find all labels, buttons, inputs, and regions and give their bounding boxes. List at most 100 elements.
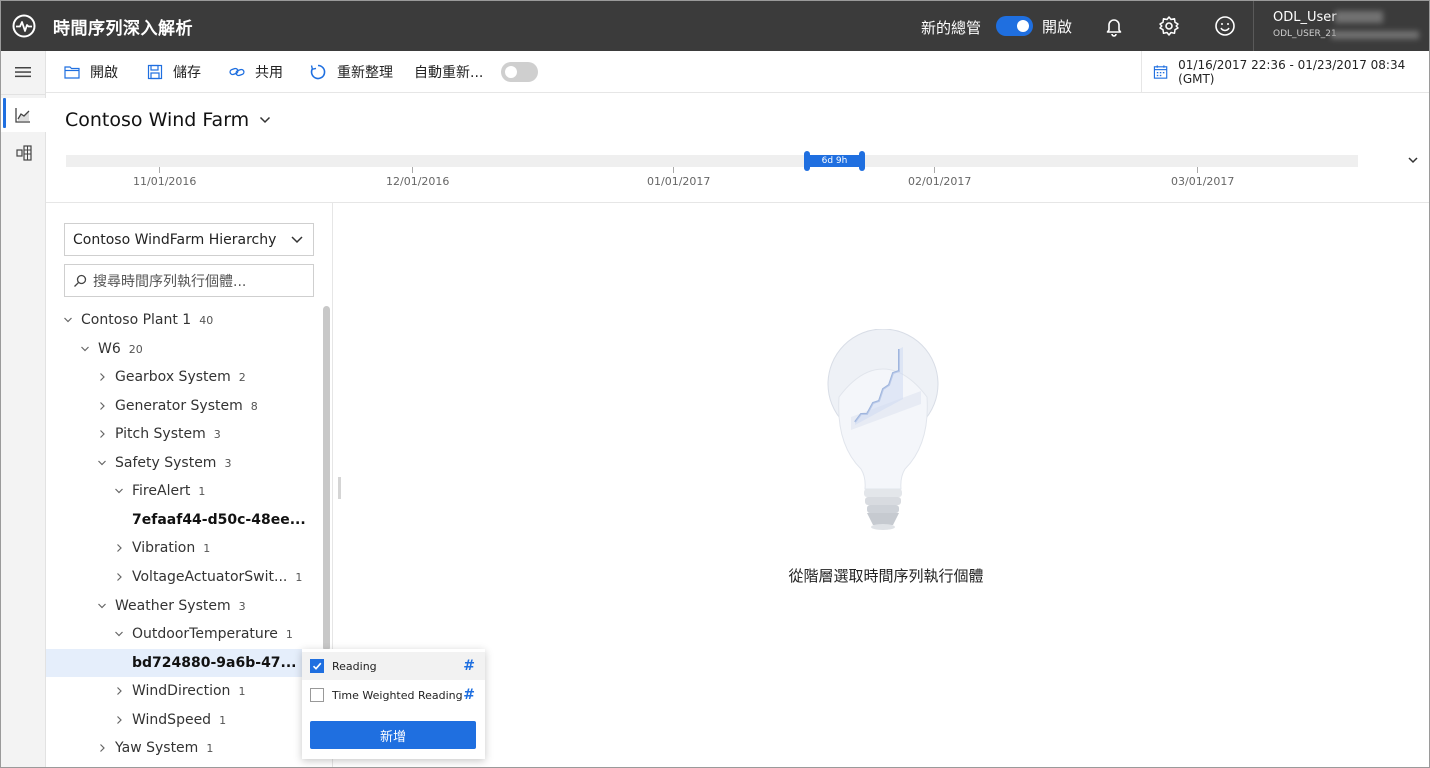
empty-state-message: 從階層選取時間序列執行個體 [788, 567, 984, 585]
tree-node[interactable]: WindDirection 1 [114, 677, 245, 705]
variable-checkbox[interactable] [310, 688, 324, 702]
tree-node[interactable]: Contoso Plant 1 40 [63, 306, 213, 334]
open-label: 開啟 [90, 65, 118, 81]
date-range-picker[interactable]: 01/16/2017 22:36 - 01/23/2017 08:34 (GMT… [1153, 51, 1429, 93]
variable-checkbox[interactable] [310, 659, 324, 673]
tree-node[interactable]: OutdoorTemperature 1 [114, 620, 293, 648]
feedback-smiley-icon[interactable] [1212, 13, 1238, 39]
tree-node-label: Vibration [132, 540, 196, 556]
tree-instance-leaf[interactable]: 7efaaf44-d50c-48ee... [132, 506, 306, 534]
share-button[interactable]: 共用 [229, 51, 283, 93]
tree-node[interactable]: FireAlert 1 [114, 477, 205, 505]
refresh-button[interactable]: 重新整理 [309, 51, 393, 93]
environment-selector[interactable]: Contoso Wind Farm [65, 109, 271, 131]
chevron-down-icon [291, 236, 303, 244]
redacted-user-id [1331, 31, 1419, 39]
user-name[interactable]: ODL_User [1273, 10, 1337, 25]
app-title: 時間序列深入解析 [53, 19, 193, 39]
time-tick [934, 167, 935, 173]
tree-node-label: FireAlert [132, 483, 191, 499]
tree-node-label: W6 [98, 341, 121, 357]
variable-option[interactable]: Time Weighted Reading # [302, 681, 485, 709]
time-brush-track[interactable] [66, 155, 1358, 167]
time-tick-label: 12/01/2016 [386, 175, 450, 188]
tree-node-label: WindSpeed [132, 712, 212, 728]
time-brush-right-handle[interactable] [859, 151, 865, 171]
tree-node-label: Yaw System [115, 740, 199, 756]
tree-node-label: OutdoorTemperature [132, 626, 278, 642]
variable-label: Time Weighted Reading [332, 688, 463, 702]
time-tick [1197, 167, 1198, 173]
tree-node-count: 2 [238, 370, 246, 384]
tree-node-count: 1 [219, 713, 227, 727]
open-button[interactable]: 開啟 [64, 51, 118, 93]
tree-node-label: Safety System [115, 455, 217, 471]
checkmark-icon [312, 662, 322, 670]
auto-refresh-toggle[interactable] [501, 62, 538, 82]
chevron-down-icon [115, 488, 123, 494]
tree-node[interactable]: Weather System 3 [97, 592, 246, 620]
tree-node[interactable]: Gearbox System 2 [97, 363, 246, 391]
expand-chevron-icon[interactable] [1406, 154, 1420, 166]
refresh-icon [310, 64, 326, 80]
hamburger-menu-icon[interactable] [13, 64, 33, 80]
tree-node-count: 3 [224, 456, 232, 470]
time-tick-label: 03/01/2017 [1171, 175, 1235, 188]
chevron-right-icon [117, 573, 122, 581]
save-label: 儲存 [173, 65, 201, 81]
refresh-label: 重新整理 [337, 65, 393, 81]
tree-instance-leaf-selected[interactable]: bd724880-9a6b-47... [132, 649, 297, 677]
new-experience-toggle[interactable] [996, 16, 1033, 36]
tree-node[interactable]: Vibration 1 [114, 534, 210, 562]
content-divider [46, 202, 1429, 203]
tree-node[interactable]: Pitch System 3 [97, 420, 221, 448]
user-id: ODL_USER_21 [1273, 29, 1337, 39]
numeric-type-icon: # [463, 687, 475, 703]
lightbulb-illustration [827, 329, 939, 530]
header-divider [1253, 1, 1254, 51]
tree-node-count: 1 [198, 484, 206, 498]
tree-node-count: 1 [238, 684, 246, 698]
tree-node-label: Gearbox System [115, 369, 231, 385]
bell-icon[interactable] [1101, 13, 1127, 39]
tree-node[interactable]: Generator System 8 [97, 392, 258, 420]
chevron-right-icon [100, 430, 105, 438]
analytics-chart-icon[interactable] [14, 106, 32, 124]
time-tick-label: 02/01/2017 [908, 175, 972, 188]
tree-node-label: Contoso Plant 1 [81, 312, 192, 328]
add-button[interactable]: 新增 [310, 721, 476, 749]
tree-node-count: 1 [285, 627, 293, 641]
folder-open-icon [64, 66, 80, 79]
environment-name: Contoso Wind Farm [65, 109, 250, 131]
tree-node[interactable]: W6 20 [80, 335, 143, 363]
variables-popover: Reading # Time Weighted Reading # 新增 [302, 649, 485, 759]
variable-option[interactable]: Reading # [302, 652, 485, 680]
time-brush-left-handle[interactable] [804, 151, 810, 171]
model-icon[interactable] [15, 144, 33, 162]
instance-search-input[interactable]: 搜尋時間序列執行個體... [64, 264, 314, 297]
tree-scrollbar[interactable] [323, 306, 330, 651]
time-brush-selection[interactable]: 6d 9h [807, 155, 862, 167]
tree-node[interactable]: Safety System 3 [97, 449, 231, 477]
save-button[interactable]: 儲存 [147, 51, 201, 93]
chevron-right-icon [100, 402, 105, 410]
tree-node[interactable]: VoltageActuatorSwit... 1 [114, 563, 302, 591]
tree-node[interactable]: WindSpeed 1 [114, 706, 226, 734]
tree-node-count: 1 [206, 741, 214, 755]
left-rail [1, 51, 46, 767]
tree-node-label: VoltageActuatorSwit... [132, 569, 288, 585]
chevron-right-icon [100, 373, 105, 381]
rail-active-indicator [3, 98, 6, 128]
tree-node-count: 40 [199, 313, 214, 327]
chevron-right-icon [117, 544, 122, 552]
search-placeholder: 搜尋時間序列執行個體... [93, 273, 247, 290]
gear-icon[interactable] [1156, 13, 1182, 39]
tree-node[interactable]: Yaw System 1 [97, 734, 213, 762]
numeric-type-icon: # [463, 658, 475, 674]
new-experience-label: 新的總管 [921, 19, 982, 37]
tree-node-count: 8 [250, 399, 258, 413]
tsi-logo-icon [12, 14, 36, 38]
hierarchy-dropdown[interactable]: Contoso WindFarm Hierarchy [64, 223, 314, 256]
panel-resize-handle[interactable] [338, 477, 341, 499]
chevron-down-icon [64, 317, 72, 323]
